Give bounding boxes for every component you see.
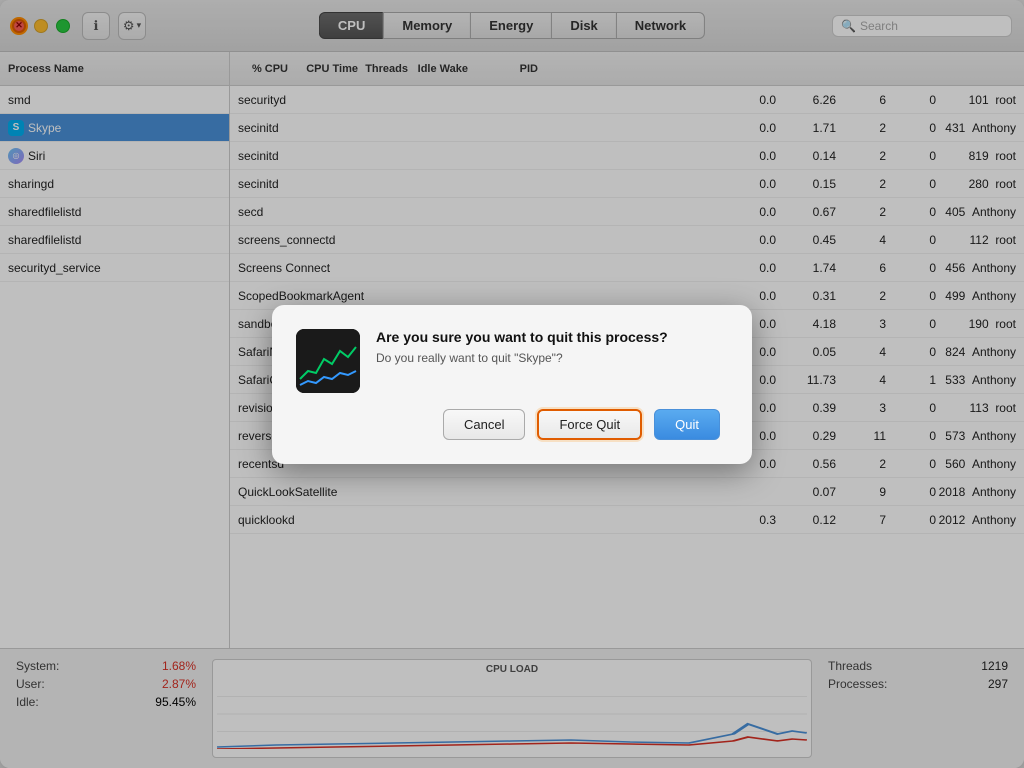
quit-dialog: Are you sure you want to quit this proce… [272, 305, 752, 464]
force-quit-button[interactable]: Force Quit [537, 409, 642, 440]
dialog-buttons: Cancel Force Quit Quit [296, 409, 720, 440]
cancel-button[interactable]: Cancel [443, 409, 525, 440]
dialog-text: Are you sure you want to quit this proce… [376, 329, 668, 365]
dialog-top: Are you sure you want to quit this proce… [296, 329, 720, 393]
dialog-overlay: Are you sure you want to quit this proce… [0, 0, 1024, 768]
dialog-app-icon [296, 329, 360, 393]
dialog-title: Are you sure you want to quit this proce… [376, 329, 668, 345]
quit-button[interactable]: Quit [654, 409, 720, 440]
dialog-subtitle: Do you really want to quit "Skype"? [376, 351, 668, 365]
activity-monitor-window: ✕ ℹ ⚙ ▾ CPU Memory Energy Disk Network [0, 0, 1024, 768]
